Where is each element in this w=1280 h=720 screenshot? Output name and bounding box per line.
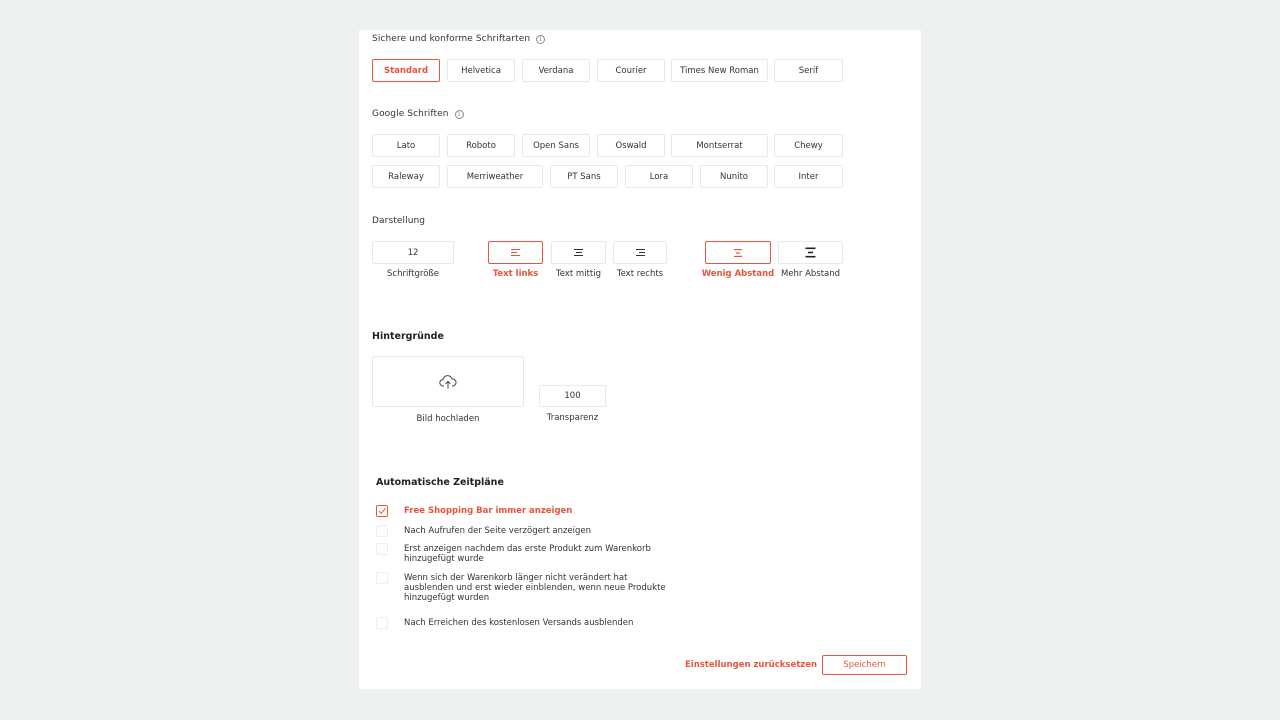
- font-option-courier[interactable]: Courier: [597, 59, 665, 82]
- transparency-caption: Transparenz: [546, 413, 599, 423]
- settings-card: Sichere und konforme Schriftarten i Stan…: [359, 30, 921, 689]
- align-right-button[interactable]: [613, 241, 667, 264]
- safe-fonts-label-text: Sichere und konforme Schriftarten: [372, 34, 531, 44]
- font-option-pt-sans[interactable]: PT Sans: [550, 165, 618, 188]
- display-label-text: Darstellung: [372, 216, 426, 226]
- schedule-option-hide-free-shipping[interactable]: Nach Erreichen des kostenlosen Versands …: [376, 617, 679, 629]
- align-left-icon: [511, 249, 520, 256]
- schedule-option-label: Nach Erreichen des kostenlosen Versands …: [404, 618, 634, 628]
- checkbox[interactable]: [376, 543, 388, 555]
- align-center-button[interactable]: [551, 241, 606, 264]
- display-label: Darstellung: [372, 216, 425, 226]
- font-option-standard[interactable]: Standard: [372, 59, 440, 82]
- info-icon[interactable]: i: [454, 109, 464, 119]
- spacing-large-caption: Mehr Abstand: [780, 269, 841, 279]
- schedules-title: Automatische Zeitpläne: [376, 477, 504, 488]
- schedule-option-label: Erst anzeigen nachdem das erste Produkt …: [404, 544, 651, 564]
- upload-image-button[interactable]: [372, 356, 524, 407]
- align-left-caption: Text links: [492, 269, 539, 279]
- font-option-helvetica[interactable]: Helvetica: [447, 59, 515, 82]
- font-option-raleway[interactable]: Raleway: [372, 165, 440, 188]
- cloud-upload-icon: [439, 374, 457, 388]
- font-option-inter[interactable]: Inter: [774, 165, 843, 188]
- schedule-option-label: Wenn sich der Warenkorb länger nicht ver…: [404, 573, 666, 603]
- spacing-large-button[interactable]: [778, 241, 843, 264]
- google-fonts-label: Google Schriften i: [372, 109, 464, 119]
- schedule-option-delayed[interactable]: Nach Aufrufen der Seite verzögert anzeig…: [376, 525, 679, 537]
- schedule-option-label: Free Shopping Bar immer anzeigen: [404, 506, 573, 516]
- font-option-chewy[interactable]: Chewy: [774, 134, 843, 157]
- font-option-nunito[interactable]: Nunito: [700, 165, 768, 188]
- font-option-lato[interactable]: Lato: [372, 134, 440, 157]
- spacing-small-icon: [734, 248, 742, 257]
- info-icon[interactable]: i: [536, 34, 546, 44]
- google-fonts-label-text: Google Schriften: [372, 109, 449, 119]
- spacing-small-caption: Wenig Abstand: [701, 269, 775, 279]
- align-left-button[interactable]: [488, 241, 543, 264]
- spacing-small-button[interactable]: [705, 241, 771, 264]
- checkbox-checked[interactable]: [376, 505, 388, 517]
- font-size-input[interactable]: 12: [372, 241, 454, 264]
- backgrounds-title: Hintergründe: [372, 331, 444, 342]
- checkbox[interactable]: [376, 617, 388, 629]
- save-button[interactable]: Speichern: [822, 655, 907, 675]
- align-center-caption: Text mittig: [556, 269, 601, 279]
- checkbox[interactable]: [376, 525, 388, 537]
- font-option-merriweather[interactable]: Merriweather: [447, 165, 543, 188]
- font-option-lora[interactable]: Lora: [625, 165, 693, 188]
- font-size-caption: Schriftgröße: [387, 269, 439, 279]
- align-right-icon: [635, 249, 645, 256]
- align-center-icon: [574, 249, 583, 256]
- font-option-montserrat[interactable]: Montserrat: [671, 134, 768, 157]
- transparency-input[interactable]: 100: [539, 385, 606, 407]
- spacing-large-icon: [805, 247, 816, 258]
- font-option-verdana[interactable]: Verdana: [522, 59, 590, 82]
- safe-fonts-label: Sichere und konforme Schriftarten i: [372, 34, 546, 44]
- font-option-roboto[interactable]: Roboto: [447, 134, 515, 157]
- checkbox[interactable]: [376, 572, 388, 584]
- reset-settings-link[interactable]: Einstellungen zurücksetzen: [685, 660, 817, 670]
- font-option-serif[interactable]: Serif: [774, 59, 843, 82]
- upload-image-caption: Bild hochladen: [416, 414, 480, 424]
- schedule-option-hide-inactive-cart[interactable]: Wenn sich der Warenkorb länger nicht ver…: [376, 572, 679, 603]
- schedule-option-always-show[interactable]: Free Shopping Bar immer anzeigen: [376, 505, 679, 517]
- font-option-times-new-roman[interactable]: Times New Roman: [671, 59, 768, 82]
- align-right-caption: Text rechts: [616, 269, 664, 279]
- font-option-open-sans[interactable]: Open Sans: [522, 134, 590, 157]
- schedule-option-label: Nach Aufrufen der Seite verzögert anzeig…: [404, 526, 592, 536]
- check-icon: [378, 507, 386, 515]
- font-option-oswald[interactable]: Oswald: [597, 134, 665, 157]
- schedule-option-after-first-product[interactable]: Erst anzeigen nachdem das erste Produkt …: [376, 543, 679, 564]
